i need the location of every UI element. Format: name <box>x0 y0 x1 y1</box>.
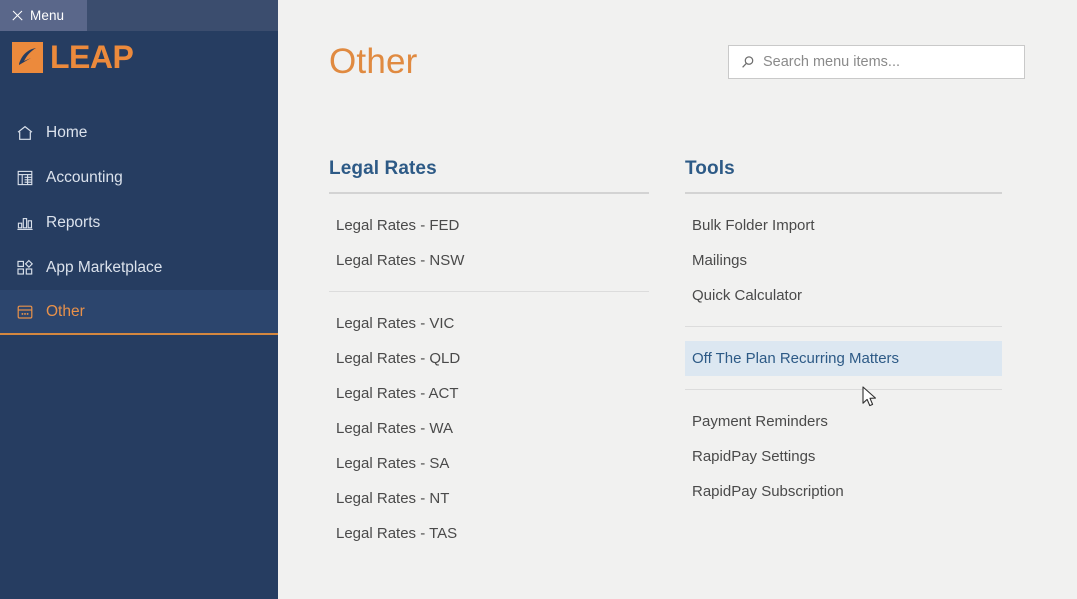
menu-item-rapidpay-subscription[interactable]: RapidPay Subscription <box>685 474 1002 509</box>
menu-group: Off The Plan Recurring Matters <box>685 326 1002 389</box>
home-icon <box>14 122 36 144</box>
menu-item-legal-rates-tas[interactable]: Legal Rates - TAS <box>329 516 649 551</box>
menu-item-legal-rates-qld[interactable]: Legal Rates - QLD <box>329 341 649 376</box>
menu-item-legal-rates-fed[interactable]: Legal Rates - FED <box>329 208 649 243</box>
sidebar-item-label: Home <box>46 123 88 141</box>
menu-item-legal-rates-nt[interactable]: Legal Rates - NT <box>329 481 649 516</box>
sidebar-item-home[interactable]: Home <box>0 110 278 155</box>
sidebar-item-other[interactable]: Other <box>0 290 278 335</box>
menu-item-legal-rates-act[interactable]: Legal Rates - ACT <box>329 376 649 411</box>
sidebar-item-label: App Marketplace <box>46 258 163 276</box>
page-title: Other <box>329 42 418 81</box>
menu-item-legal-rates-sa[interactable]: Legal Rates - SA <box>329 446 649 481</box>
main-content: Other Legal Rates Legal Rates - FED Lega… <box>278 0 1077 599</box>
column-tools: Tools Bulk Folder Import Mailings Quick … <box>685 158 1002 522</box>
close-icon[interactable] <box>12 10 23 21</box>
leap-logo-icon <box>12 42 43 73</box>
menu-group: Legal Rates - FED Legal Rates - NSW <box>329 194 649 291</box>
menu-item-legal-rates-wa[interactable]: Legal Rates - WA <box>329 411 649 446</box>
menu-tab[interactable]: Menu <box>0 0 87 31</box>
sidebar-item-app-marketplace[interactable]: App Marketplace <box>0 245 278 290</box>
brand-logo[interactable]: LEAP <box>12 39 134 75</box>
menu-group: Legal Rates - VIC Legal Rates - QLD Lega… <box>329 291 649 564</box>
menu-item-rapidpay-settings[interactable]: RapidPay Settings <box>685 439 1002 474</box>
sidebar-item-accounting[interactable]: Accounting <box>0 155 278 200</box>
sidebar-item-reports[interactable]: Reports <box>0 200 278 245</box>
column-title: Tools <box>685 158 735 179</box>
sidebar-item-label: Accounting <box>46 168 123 186</box>
sidebar-topbar: Menu <box>0 0 278 31</box>
other-panel-icon <box>14 301 36 323</box>
sidebar-item-label: Other <box>46 302 85 320</box>
menu-item-legal-rates-nsw[interactable]: Legal Rates - NSW <box>329 243 649 278</box>
menu-group: Bulk Folder Import Mailings Quick Calcul… <box>685 194 1002 326</box>
menu-item-payment-reminders[interactable]: Payment Reminders <box>685 404 1002 439</box>
search-input[interactable] <box>763 54 1013 70</box>
sidebar-item-label: Reports <box>46 213 101 231</box>
bar-chart-icon <box>14 212 36 234</box>
application-window: Menu LEAP Home Accounting Reports App Ma… <box>0 0 1077 599</box>
search-box[interactable] <box>728 45 1025 79</box>
search-icon <box>740 55 755 70</box>
ledger-icon <box>14 167 36 189</box>
menu-group: Payment Reminders RapidPay Settings Rapi… <box>685 389 1002 522</box>
menu-item-off-the-plan-recurring-matters[interactable]: Off The Plan Recurring Matters <box>685 341 1002 376</box>
sidebar: Menu LEAP Home Accounting Reports App Ma… <box>0 0 278 599</box>
column-title: Legal Rates <box>329 158 437 179</box>
menu-item-quick-calculator[interactable]: Quick Calculator <box>685 278 1002 313</box>
menu-tab-label: Menu <box>30 8 65 23</box>
menu-item-legal-rates-vic[interactable]: Legal Rates - VIC <box>329 306 649 341</box>
menu-item-bulk-folder-import[interactable]: Bulk Folder Import <box>685 208 1002 243</box>
column-legal-rates: Legal Rates Legal Rates - FED Legal Rate… <box>329 158 649 564</box>
menu-item-mailings[interactable]: Mailings <box>685 243 1002 278</box>
app-grid-icon <box>14 257 36 279</box>
brand-name: LEAP <box>50 39 134 75</box>
